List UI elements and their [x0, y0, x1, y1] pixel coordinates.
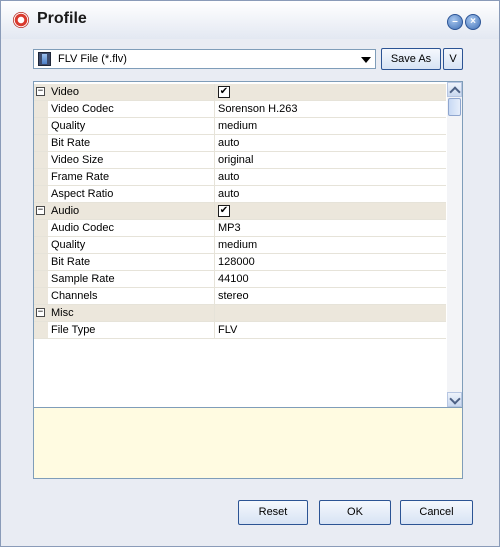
app-logo-icon — [13, 12, 29, 28]
row-gutter — [34, 322, 48, 338]
property-value[interactable]: auto — [218, 137, 239, 149]
property-value[interactable]: 128000 — [218, 256, 255, 268]
chevron-down-icon[interactable] — [361, 57, 371, 63]
property-category-row[interactable]: − Video ✔ — [34, 84, 446, 101]
column-separator — [214, 118, 215, 134]
row-gutter — [34, 152, 48, 168]
scrollbar-thumb[interactable] — [448, 98, 461, 116]
column-separator — [214, 169, 215, 185]
property-value[interactable]: original — [218, 154, 253, 166]
row-gutter — [34, 169, 48, 185]
row-gutter — [34, 220, 48, 236]
property-row[interactable]: Video Size original — [34, 152, 446, 169]
property-row[interactable]: Bit Rate auto — [34, 135, 446, 152]
property-value[interactable]: FLV — [218, 324, 237, 336]
property-name: Bit Rate — [51, 137, 91, 149]
property-grid: − Video ✔ Video Codec Sorenson H.263 Quality m… — [33, 81, 463, 408]
property-row[interactable]: Sample Rate 44100 — [34, 271, 446, 288]
property-value[interactable]: 44100 — [218, 273, 249, 285]
column-separator — [214, 186, 215, 202]
column-separator — [214, 152, 215, 168]
property-row[interactable]: Aspect Ratio auto — [34, 186, 446, 203]
property-row[interactable]: Channels stereo — [34, 288, 446, 305]
scroll-down-arrow-icon[interactable] — [447, 392, 462, 407]
row-gutter — [34, 101, 48, 117]
property-value[interactable]: auto — [218, 171, 239, 183]
output-format-dropdown[interactable]: FLV File (*.flv) — [33, 49, 376, 69]
property-row[interactable]: Frame Rate auto — [34, 169, 446, 186]
close-circle-icon[interactable]: × — [465, 14, 481, 30]
property-name: Audio — [51, 205, 80, 217]
property-name: Channels — [51, 290, 98, 302]
property-value[interactable]: medium — [218, 120, 257, 132]
property-name: Bit Rate — [51, 256, 91, 268]
title-bar[interactable]: Profile – × — [1, 1, 499, 39]
property-value[interactable]: medium — [218, 239, 257, 251]
property-name: Sample Rate — [51, 273, 115, 285]
column-separator — [214, 322, 215, 338]
property-row[interactable]: Bit Rate 128000 — [34, 254, 446, 271]
property-row[interactable]: Audio Codec MP3 — [34, 220, 446, 237]
property-row[interactable]: Video Codec Sorenson H.263 — [34, 101, 446, 118]
column-separator — [214, 101, 215, 117]
column-separator — [214, 220, 215, 236]
row-gutter — [34, 271, 48, 287]
property-value[interactable]: Sorenson H.263 — [218, 103, 298, 115]
output-format-value: FLV File (*.flv) — [58, 53, 127, 65]
property-name: Quality — [51, 120, 86, 132]
enable-checkbox[interactable]: ✔ — [218, 205, 230, 217]
property-name: Video — [51, 86, 79, 98]
property-name: Audio Codec — [51, 222, 114, 234]
row-gutter — [34, 288, 48, 304]
save-as-menu-button[interactable]: V — [443, 48, 463, 70]
column-separator — [214, 288, 215, 304]
column-separator — [214, 271, 215, 287]
property-name: Video Size — [51, 154, 104, 166]
column-separator — [214, 203, 215, 219]
profile-dialog: Profile – × FLV File (*.flv) Save As V −… — [0, 0, 500, 547]
column-separator — [214, 254, 215, 270]
property-name: Aspect Ratio — [51, 188, 114, 200]
window-title: Profile — [37, 10, 87, 27]
enable-checkbox[interactable]: ✔ — [218, 86, 230, 98]
collapse-icon[interactable]: − — [36, 308, 45, 317]
property-name: Video Codec — [51, 103, 114, 115]
column-separator — [214, 135, 215, 151]
property-description-panel — [33, 408, 463, 479]
property-row[interactable]: Quality medium — [34, 118, 446, 135]
property-grid-scrollbar[interactable] — [447, 82, 462, 407]
reset-button[interactable]: Reset — [238, 500, 308, 525]
film-icon — [38, 52, 51, 66]
property-value[interactable]: auto — [218, 188, 239, 200]
column-separator — [214, 237, 215, 253]
row-gutter — [34, 135, 48, 151]
property-value[interactable]: MP3 — [218, 222, 241, 234]
property-name: Quality — [51, 239, 86, 251]
column-separator — [214, 84, 215, 100]
property-value[interactable]: stereo — [218, 290, 249, 302]
property-name: File Type — [51, 324, 96, 336]
property-category-row[interactable]: − Misc — [34, 305, 446, 322]
property-category-row[interactable]: − Audio ✔ — [34, 203, 446, 220]
scroll-up-arrow-icon[interactable] — [447, 82, 462, 97]
row-gutter — [34, 237, 48, 253]
collapse-icon[interactable]: − — [36, 206, 45, 215]
row-gutter — [34, 118, 48, 134]
collapse-icon[interactable]: − — [36, 87, 45, 96]
property-row[interactable]: Quality medium — [34, 237, 446, 254]
property-name: Frame Rate — [51, 171, 110, 183]
cancel-button[interactable]: Cancel — [400, 500, 473, 525]
column-separator — [214, 305, 215, 321]
row-gutter — [34, 254, 48, 270]
property-name: Misc — [51, 307, 74, 319]
property-row[interactable]: File Type FLV — [34, 322, 446, 339]
minimize-circle-icon[interactable]: – — [447, 14, 463, 30]
ok-button[interactable]: OK — [319, 500, 391, 525]
row-gutter — [34, 186, 48, 202]
save-as-button[interactable]: Save As — [381, 48, 441, 70]
